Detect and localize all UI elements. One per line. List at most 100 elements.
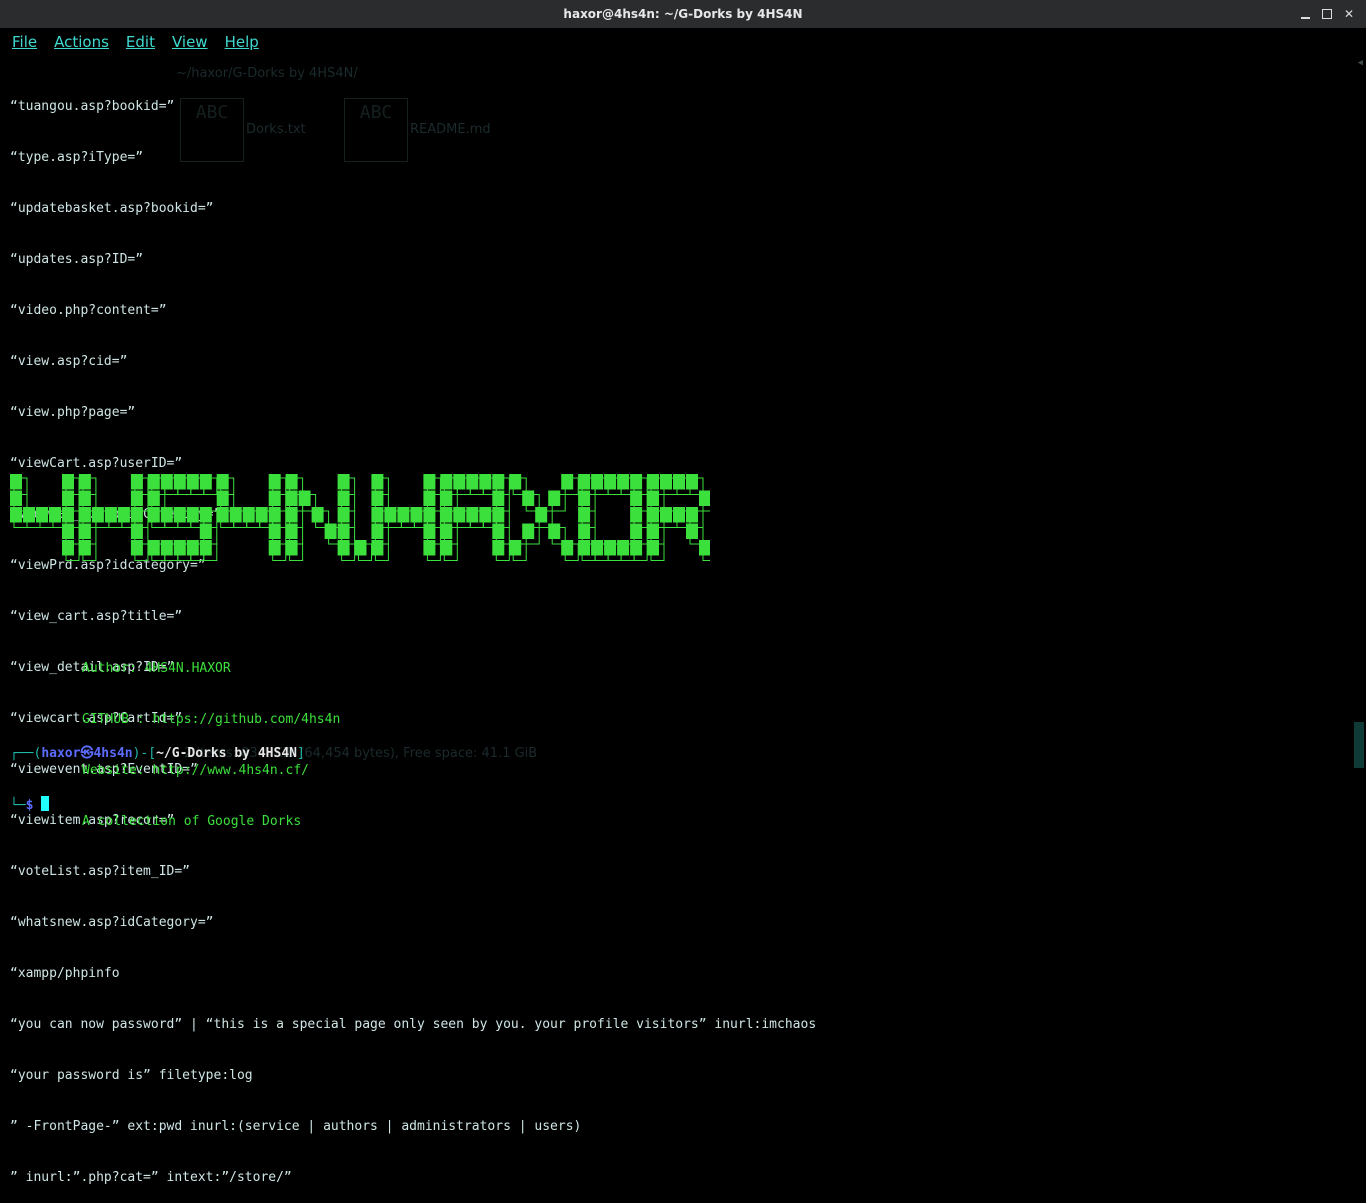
logo-block xyxy=(423,490,436,506)
prompt-at: ㉿ xyxy=(80,746,94,761)
logo-block xyxy=(423,507,436,523)
logo-block xyxy=(371,507,384,523)
logo-block xyxy=(578,523,591,539)
terminal-line: “xampp/phpinfo xyxy=(10,966,120,981)
terminal-line: “tuangou.asp?bookid=” xyxy=(10,99,175,114)
logo-block xyxy=(630,474,643,490)
logo-block xyxy=(630,523,643,539)
logo-block xyxy=(199,474,212,490)
info-author: Author: 4HS4N.HAXOR xyxy=(82,661,231,676)
terminal-line: “updatebasket.asp?bookid=” xyxy=(10,201,214,216)
logo-block xyxy=(591,540,604,556)
logo-block xyxy=(337,507,350,523)
prompt-host: 4hs4n xyxy=(93,746,133,761)
logo-block xyxy=(423,523,436,539)
logo-block xyxy=(453,474,466,490)
menu-actions[interactable]: Actions xyxy=(54,33,109,51)
terminal-line: “your password is” filetype:log xyxy=(10,1068,253,1083)
ascii-logo xyxy=(10,474,710,561)
minimize-icon xyxy=(1300,16,1310,19)
terminal-line: “viewCart.asp?userID=” xyxy=(10,456,183,471)
logo-block xyxy=(561,540,574,556)
logo-block xyxy=(10,507,22,523)
logo-block xyxy=(578,540,591,556)
logo-block xyxy=(285,540,298,556)
prompt-path: ~/G-Dorks by 4HS4N xyxy=(156,746,297,761)
terminal-line: “whatsnew.asp?idCategory=” xyxy=(10,915,214,930)
window-controls: ✕ xyxy=(1298,0,1356,28)
logo-block xyxy=(268,507,281,523)
logo-block xyxy=(647,490,659,506)
logo-block xyxy=(535,507,548,523)
logo-block xyxy=(186,474,199,490)
logo-block xyxy=(285,474,298,490)
logo-block xyxy=(509,474,522,490)
logo-block xyxy=(62,474,74,490)
terminal-scrollbar[interactable]: ◀ xyxy=(1354,56,1364,768)
logo-block xyxy=(130,540,143,556)
logo-block xyxy=(604,540,617,556)
terminal-line: “updates.asp?ID=” xyxy=(10,252,144,267)
menu-bar: File Actions Edit View Help xyxy=(0,28,1366,56)
logo-block xyxy=(453,507,466,523)
logo-block xyxy=(216,474,229,490)
logo-block xyxy=(49,507,61,523)
menu-file[interactable]: File xyxy=(12,33,37,51)
logo-block xyxy=(337,540,350,556)
maximize-icon xyxy=(1322,9,1332,19)
logo-block xyxy=(686,474,698,490)
window-titlebar: haxor@4hs4n: ~/G-Dorks by 4HS4N ✕ xyxy=(0,0,1366,28)
logo-block xyxy=(147,490,160,506)
logo-block xyxy=(630,540,643,556)
scroll-up-icon[interactable]: ◀ xyxy=(1358,58,1363,68)
logo-block xyxy=(78,507,91,523)
logo-block xyxy=(62,507,74,523)
logo-block xyxy=(561,474,574,490)
logo-block xyxy=(91,507,104,523)
logo-block xyxy=(479,474,492,490)
logo-block xyxy=(130,474,143,490)
logo-block xyxy=(285,507,298,523)
logo-block xyxy=(423,540,436,556)
logo-block xyxy=(160,540,173,556)
logo-block xyxy=(147,474,160,490)
logo-block xyxy=(548,490,561,506)
text-cursor[interactable] xyxy=(41,796,50,811)
logo-block xyxy=(492,523,505,539)
logo-block xyxy=(10,490,22,506)
prompt-frame: ┌──( xyxy=(10,746,42,761)
logo-block xyxy=(466,474,479,490)
logo-block xyxy=(10,474,22,490)
logo-block xyxy=(371,474,384,490)
menu-view[interactable]: View xyxy=(172,33,208,51)
logo-block xyxy=(492,507,505,523)
logo-block xyxy=(384,507,397,523)
logo-block xyxy=(311,507,324,523)
menu-edit[interactable]: Edit xyxy=(126,33,155,51)
close-button[interactable]: ✕ xyxy=(1342,7,1356,21)
shell-prompt[interactable]: ┌──(haxor㉿4hs4n)-[~/G-Dorks by 4HS4N] └─… xyxy=(10,711,1350,830)
maximize-button[interactable] xyxy=(1320,7,1334,21)
logo-block xyxy=(78,523,91,539)
prompt-symbol: $ xyxy=(25,798,34,813)
logo-block xyxy=(440,523,453,539)
minimize-button[interactable] xyxy=(1298,7,1312,21)
menu-help[interactable]: Help xyxy=(225,33,259,51)
logo-block xyxy=(591,474,604,490)
logo-block xyxy=(62,523,74,539)
close-icon: ✕ xyxy=(1343,7,1355,21)
scrollbar-thumb[interactable] xyxy=(1354,722,1364,768)
logo-block xyxy=(78,490,91,506)
logo-block xyxy=(62,490,74,506)
logo-block xyxy=(173,507,186,523)
logo-block xyxy=(130,507,143,523)
logo-block xyxy=(660,507,672,523)
logo-block xyxy=(397,507,410,523)
window-title: haxor@4hs4n: ~/G-Dorks by 4HS4N xyxy=(563,7,803,21)
logo-block xyxy=(509,540,522,556)
logo-block xyxy=(186,540,199,556)
logo-block xyxy=(186,507,199,523)
logo-block xyxy=(36,507,48,523)
logo-block xyxy=(686,507,698,523)
logo-block xyxy=(173,540,186,556)
